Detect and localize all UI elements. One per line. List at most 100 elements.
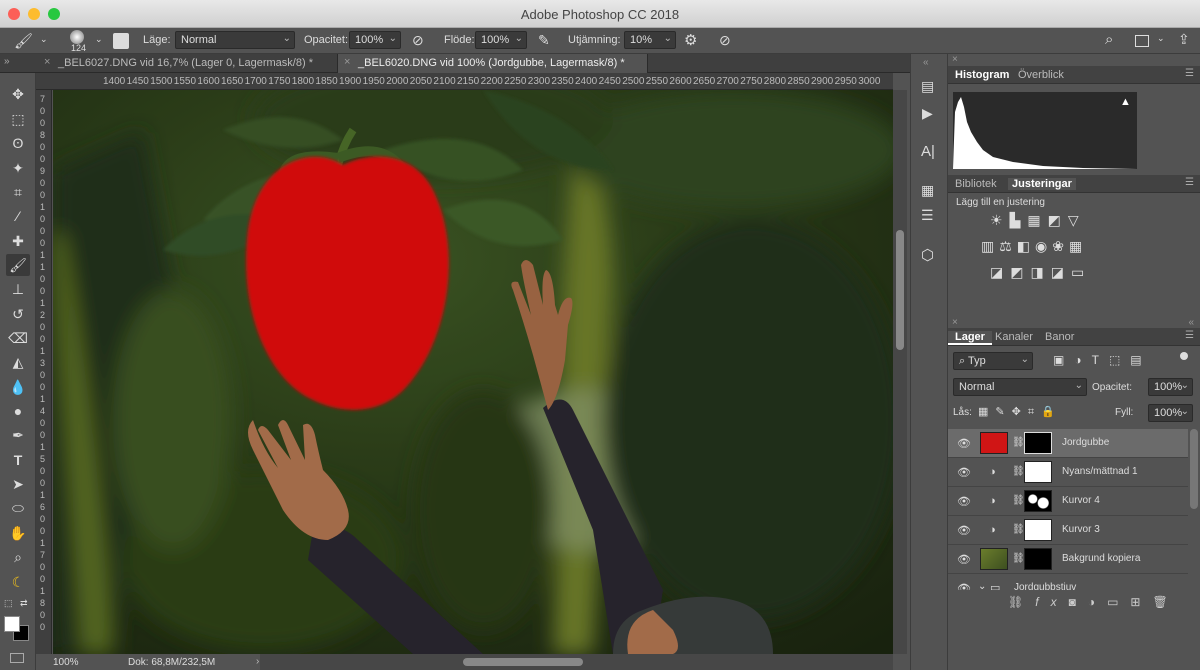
fill-field[interactable]: 100% ⌄	[1148, 404, 1193, 422]
type-tool-icon[interactable]: T	[6, 449, 30, 471]
magic-wand-icon[interactable]: ✦	[6, 157, 30, 179]
share-icon[interactable]: ⇪	[1178, 31, 1190, 48]
character-icon[interactable]: A|	[921, 143, 935, 160]
close-icon[interactable]: ×	[344, 56, 350, 68]
marquee-tool-icon[interactable]: ⬚	[6, 108, 30, 130]
swap-colors-icon[interactable]: ⇄	[20, 598, 28, 609]
mask-thumbnail[interactable]	[1024, 432, 1052, 454]
pressure-opacity-icon[interactable]: ⊘	[412, 32, 424, 49]
link-icon[interactable]: ⛓	[1012, 495, 1025, 506]
hue-sat-icon[interactable]: ▥	[981, 238, 999, 254]
brightness-icon[interactable]: ☀	[990, 212, 1010, 228]
flow-field[interactable]: 100% ⌄	[475, 31, 527, 49]
bw-icon[interactable]: ◧	[1017, 238, 1035, 254]
filter-toggle-icon[interactable]	[1180, 352, 1188, 360]
link-layers-icon[interactable]: ⛓	[1008, 595, 1035, 609]
play-actions-icon[interactable]: ▶	[922, 105, 933, 122]
smart-filter-icon[interactable]: ▤	[1130, 353, 1151, 367]
search-icon[interactable]: ⌕	[1105, 31, 1113, 48]
link-icon[interactable]: ⛓	[1012, 553, 1025, 564]
close-panel-icon[interactable]: ×	[952, 54, 958, 65]
tab-histogram[interactable]: Histogram	[955, 69, 1009, 81]
hand-tool-icon[interactable]: ✋	[6, 522, 30, 544]
tab-bel6020[interactable]: × _BEL6020.DNG vid 100% (Jordgubbe, Lager…	[338, 54, 648, 73]
layer-row-jordgubbe[interactable]: 👁 ⛓ Jordgubbe	[948, 429, 1188, 458]
healing-brush-icon[interactable]: ✚	[6, 230, 30, 252]
layer-row-kurvor-4[interactable]: 👁 ◑ ⛓ Kurvor 4	[948, 487, 1188, 516]
chevron-down-icon[interactable]: ⌄	[1157, 33, 1165, 44]
brush-preset-icon[interactable]	[70, 30, 84, 44]
close-icon[interactable]: ×	[44, 56, 50, 68]
banana-icon[interactable]: ☾	[6, 571, 30, 593]
panel-menu-icon[interactable]: ☰	[1185, 177, 1194, 188]
collapse-icon[interactable]: «	[1188, 317, 1194, 328]
add-mask-icon[interactable]: ◙	[1069, 595, 1088, 609]
mode-dropdown[interactable]: Normal ⌄	[175, 31, 295, 49]
chevron-down-icon[interactable]: ⌄	[95, 34, 103, 45]
layer-row-kurvor-3[interactable]: 👁 ◑ ⛓ Kurvor 3	[948, 516, 1188, 545]
fx-icon[interactable]: fx	[1035, 595, 1068, 609]
new-layer-icon[interactable]: ⊞	[1130, 595, 1152, 609]
history-brush-icon[interactable]: ↺	[6, 303, 30, 325]
panel-menu-icon[interactable]: ☰	[1185, 330, 1194, 341]
foreground-color-swatch[interactable]	[4, 616, 20, 632]
eye-icon[interactable]: 👁	[957, 582, 971, 590]
warning-icon[interactable]: ▲	[1120, 96, 1131, 108]
3d-cube-icon[interactable]: ⬡	[921, 246, 934, 264]
dodge-tool-icon[interactable]: ●	[6, 400, 30, 422]
link-icon[interactable]: ⛓	[1012, 466, 1025, 477]
tab-channels[interactable]: Kanaler	[995, 331, 1033, 343]
quick-mask-icon[interactable]	[10, 653, 24, 663]
path-selection-icon[interactable]: ➤	[6, 473, 30, 495]
layer-filter-dropdown[interactable]: ⌕ Typ ⌄	[953, 352, 1033, 370]
tab-adjustments[interactable]: Justeringar	[1008, 178, 1076, 190]
eye-icon[interactable]: 👁	[957, 495, 971, 508]
layer-row-bakgrund-kopiera[interactable]: 👁 ⛓ Bakgrund kopiera	[948, 545, 1188, 574]
horizontal-scrollbar[interactable]	[260, 654, 893, 670]
gear-icon[interactable]: ⚙	[684, 31, 697, 49]
chevron-right-icon[interactable]: ›	[256, 656, 259, 667]
tab-layers[interactable]: Lager	[948, 331, 992, 345]
new-group-icon[interactable]: ▭	[1107, 595, 1130, 609]
mask-thumbnail[interactable]	[1024, 548, 1052, 570]
move-tool-icon[interactable]: ✥	[6, 83, 30, 105]
history-icon[interactable]: ▤	[921, 78, 934, 95]
lock-position-icon[interactable]: ✥	[1012, 406, 1028, 418]
collapse-icon[interactable]: «	[923, 57, 929, 68]
collapse-icon[interactable]: »	[4, 56, 10, 67]
color-lookup-icon[interactable]: ▦	[1069, 238, 1087, 254]
opacity-field[interactable]: 100% ⌄	[349, 31, 401, 49]
eye-icon[interactable]: 👁	[957, 553, 971, 566]
mask-thumbnail[interactable]	[1024, 490, 1052, 512]
layer-row-jordgubbstjuv[interactable]: 👁 ⌄ ▭ Jordgubbstjuv	[948, 574, 1188, 590]
crop-tool-icon[interactable]: ⌗	[6, 181, 30, 203]
posterize-icon[interactable]: ◩	[1010, 264, 1030, 280]
tab-library[interactable]: Bibliotek	[955, 178, 997, 190]
scroll-thumb[interactable]	[463, 658, 583, 666]
chevron-down-icon[interactable]: ⌄	[978, 581, 986, 590]
adjust-filter-icon[interactable]: ◑	[1074, 353, 1091, 367]
brush-settings-icon[interactable]	[113, 33, 129, 49]
lock-artboard-icon[interactable]: ⌗	[1028, 406, 1041, 418]
gradient-map-icon[interactable]: ▭	[1071, 264, 1091, 280]
brush-tool-icon[interactable]: 🖌	[6, 254, 30, 276]
selective-color-icon[interactable]: ◪	[1051, 264, 1071, 280]
workspace-icon[interactable]	[1135, 35, 1149, 47]
zoom-level[interactable]: 100%	[53, 657, 79, 668]
document-canvas[interactable]	[53, 90, 893, 654]
lasso-tool-icon[interactable]: ʘ	[6, 132, 30, 154]
lock-paint-icon[interactable]: ✎	[995, 406, 1011, 418]
image-filter-icon[interactable]: ▣	[1053, 353, 1074, 367]
trash-icon[interactable]: 🗑	[1152, 595, 1179, 609]
photo-filter-icon[interactable]: ◉	[1035, 238, 1052, 254]
pressure-size-icon[interactable]: ⊘	[719, 32, 731, 49]
eraser-icon[interactable]: ⌫	[6, 327, 30, 349]
blend-mode-dropdown[interactable]: Normal ⌄	[953, 378, 1087, 396]
tab-overview[interactable]: Överblick	[1018, 69, 1064, 81]
clone-stamp-icon[interactable]: ⊥	[6, 278, 30, 300]
eyedropper-icon[interactable]: ⁄	[6, 205, 30, 227]
properties-icon[interactable]: ☰	[921, 207, 934, 224]
mask-thumbnail[interactable]	[1024, 519, 1052, 541]
close-panel-icon[interactable]: ×	[952, 317, 958, 328]
link-icon[interactable]: ⛓	[1012, 437, 1025, 448]
